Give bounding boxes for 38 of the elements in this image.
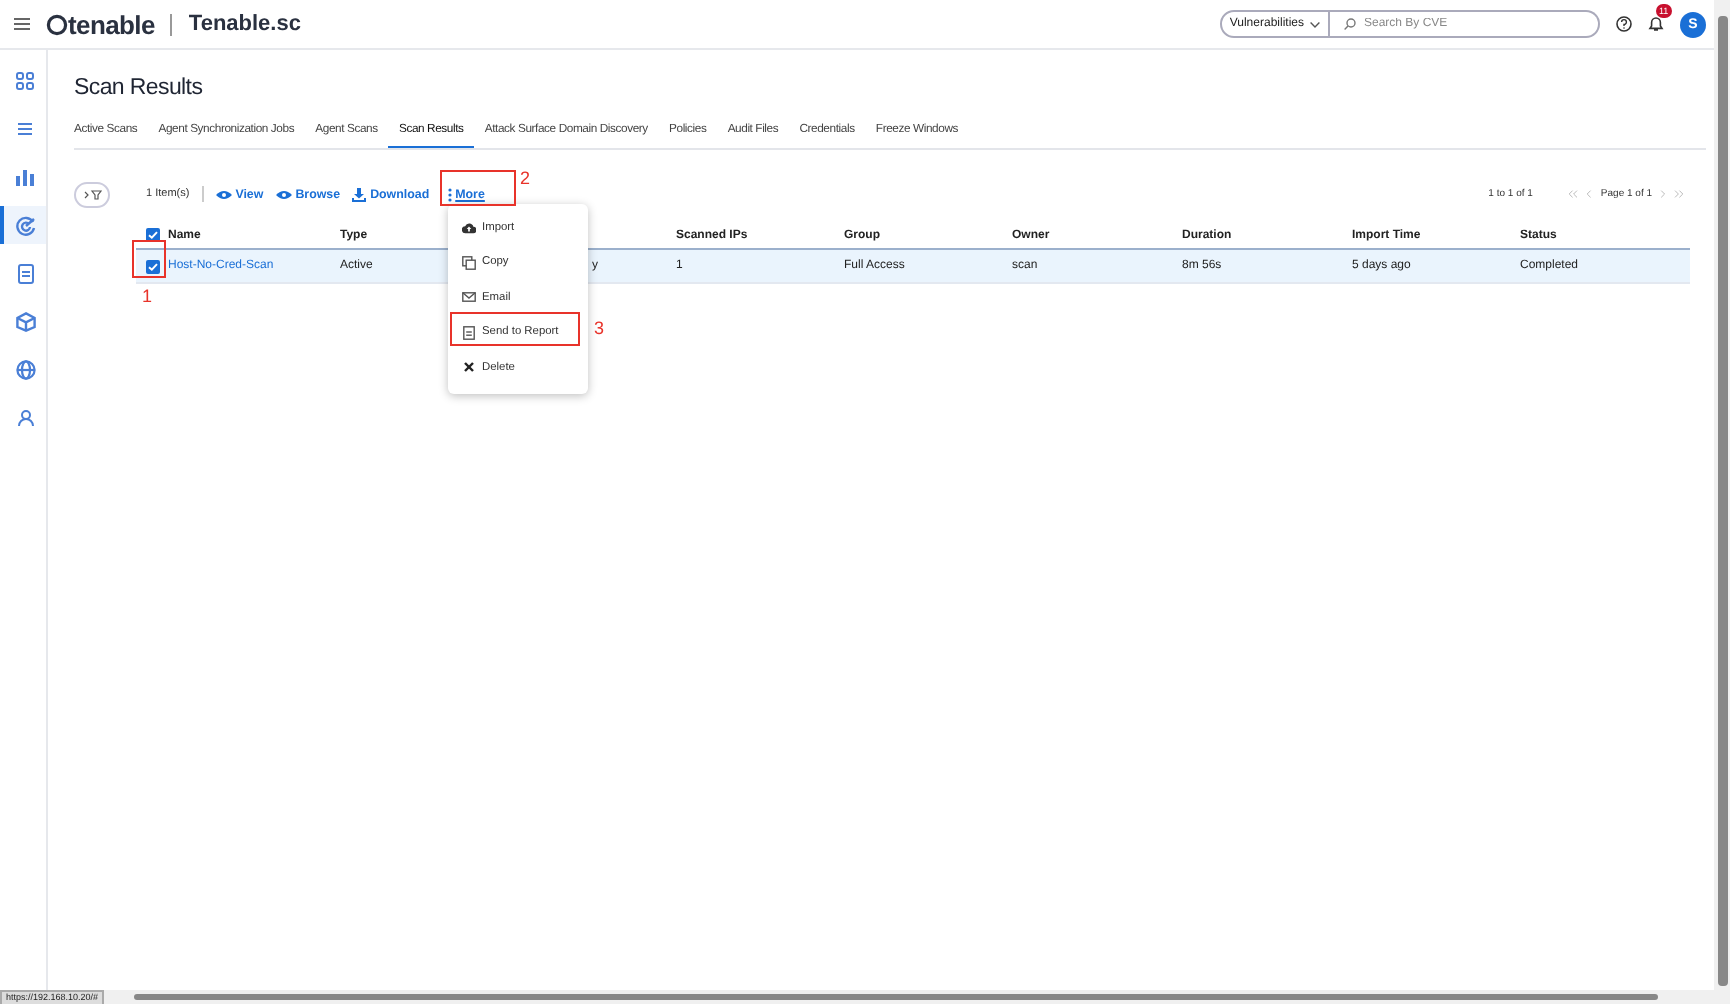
checkbox[interactable]: [145, 259, 159, 273]
kebab-icon: [447, 187, 452, 201]
logo: tenable: [68, 9, 155, 39]
annotation-number: 3: [594, 320, 605, 338]
annotation-box: [450, 312, 580, 346]
cloud-upload-icon: [462, 221, 476, 234]
sidebar-item[interactable]: [0, 206, 46, 244]
chevron-icon: [1310, 21, 1320, 27]
mail-icon: [462, 292, 476, 303]
bell-icon[interactable]: [1648, 16, 1664, 32]
help-icon[interactable]: [1616, 16, 1632, 32]
annotation-box: [440, 170, 516, 206]
ring-icon: [46, 13, 68, 35]
cube-icon[interactable]: [15, 311, 35, 331]
user-icon[interactable]: [17, 409, 33, 425]
eye-icon: [275, 189, 292, 199]
dashboard-icon[interactable]: [16, 72, 34, 90]
download-icon: [352, 187, 367, 201]
filter-icon: [83, 189, 101, 199]
annotation-box: [132, 240, 166, 278]
eye-icon: [215, 189, 232, 199]
copy-icon: [462, 255, 476, 270]
globe-icon[interactable]: [15, 359, 35, 379]
annotation-number: 2: [520, 170, 531, 188]
chart-icon[interactable]: [16, 168, 34, 186]
scrollbar-thumb[interactable]: [134, 994, 1659, 1000]
product-name: Tenable.sc: [188, 12, 301, 36]
page-title: Scan Results: [74, 74, 205, 102]
search-icon: [1344, 18, 1356, 30]
radar-icon[interactable]: [15, 215, 35, 235]
menu-icon[interactable]: [14, 18, 30, 30]
close-icon: [462, 362, 476, 373]
document-icon: [462, 325, 476, 340]
filter-toggle[interactable]: [74, 181, 110, 207]
document-icon[interactable]: [17, 263, 33, 283]
scrollbar[interactable]: [1714, 0, 1730, 994]
annotation-number: 1: [142, 288, 153, 306]
list-icon[interactable]: [18, 122, 32, 136]
